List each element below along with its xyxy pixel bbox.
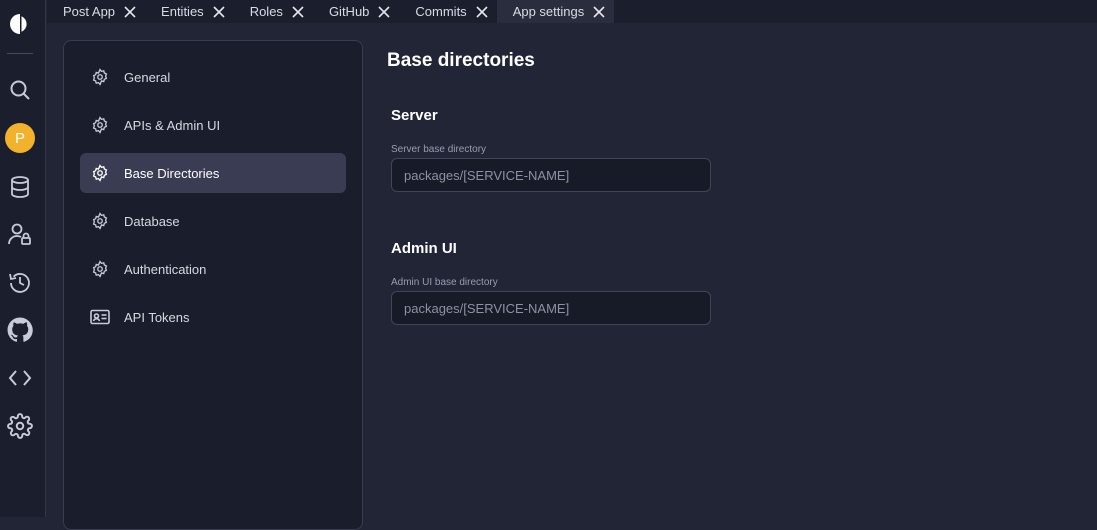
tab-commits[interactable]: Commits <box>399 0 496 23</box>
tab-label: Roles <box>249 4 283 19</box>
settings-nav-item-base-directories[interactable]: Base Directories <box>80 153 346 193</box>
admin-ui-base-directory-label: Admin UI base directory <box>391 277 498 288</box>
close-icon[interactable] <box>592 5 606 19</box>
tab-roles[interactable]: Roles <box>234 0 313 23</box>
admin-ui-base-directory-input[interactable] <box>391 291 711 325</box>
logo-icon[interactable] <box>4 8 36 40</box>
gear-icon <box>90 67 110 87</box>
tab-post-app[interactable]: Post App <box>47 0 145 23</box>
avatar-button[interactable]: P <box>4 122 36 154</box>
settings-nav-label: Database <box>124 213 180 229</box>
settings-nav-label: API Tokens <box>124 309 190 325</box>
settings-nav-item-api-tokens[interactable]: API Tokens <box>80 297 346 337</box>
tab-github[interactable]: GitHub <box>313 0 399 23</box>
search-icon[interactable] <box>4 74 36 106</box>
server-base-directory-label: Server base directory <box>391 144 487 155</box>
tab-entities[interactable]: Entities <box>145 0 234 23</box>
icon-rail: P <box>0 0 46 517</box>
page-title: Base directories <box>387 50 535 71</box>
gear-icon <box>90 259 110 279</box>
close-icon[interactable] <box>475 5 489 19</box>
tab-label: Commits <box>415 4 467 19</box>
settings-nav-label: Authentication <box>124 261 207 277</box>
history-icon[interactable] <box>4 267 36 299</box>
tab-label: GitHub <box>328 4 370 19</box>
server-section-title: Server <box>391 107 438 124</box>
close-icon[interactable] <box>377 5 391 19</box>
gear-icon[interactable] <box>4 410 36 442</box>
settings-nav-item-apis-admin-ui[interactable]: APIs & Admin UI <box>80 105 346 145</box>
settings-nav: General APIs & Admin UI Base Directories… <box>63 40 363 530</box>
close-icon[interactable] <box>291 5 305 19</box>
avatar: P <box>5 123 35 153</box>
database-icon[interactable] <box>4 171 36 203</box>
rail-divider <box>7 53 33 54</box>
gear-icon <box>90 211 110 231</box>
tab-label: App settings <box>512 4 585 19</box>
settings-nav-item-authentication[interactable]: Authentication <box>80 249 346 289</box>
settings-nav-item-database[interactable]: Database <box>80 201 346 241</box>
admin-ui-section-title: Admin UI <box>391 240 457 257</box>
user-lock-icon[interactable] <box>4 218 36 250</box>
id-card-icon <box>90 307 110 327</box>
code-icon[interactable] <box>4 362 36 394</box>
settings-nav-label: General <box>124 69 171 85</box>
close-icon[interactable] <box>123 5 137 19</box>
settings-nav-label: Base Directories <box>124 165 220 181</box>
gear-icon <box>90 163 110 183</box>
gear-icon <box>90 115 110 135</box>
close-icon[interactable] <box>212 5 226 19</box>
tab-bar: Post App Entities Roles GitHub Commits A… <box>47 0 1097 23</box>
tab-label: Entities <box>161 4 204 19</box>
tab-label: Post App <box>63 4 116 19</box>
server-base-directory-input[interactable] <box>391 158 711 192</box>
settings-nav-label: APIs & Admin UI <box>124 117 221 133</box>
github-icon[interactable] <box>4 314 36 346</box>
settings-nav-item-general[interactable]: General <box>80 57 346 97</box>
tab-app-settings[interactable]: App settings <box>496 0 615 23</box>
